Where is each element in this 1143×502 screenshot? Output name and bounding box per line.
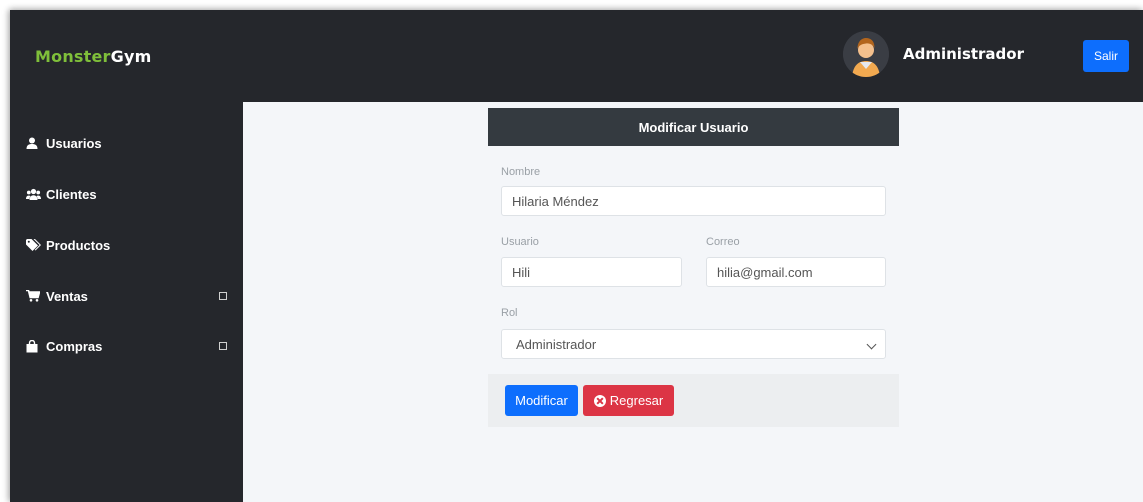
top-navbar: MonsterGym Administrador Salir bbox=[10, 10, 1143, 102]
modify-button[interactable]: Modificar bbox=[505, 385, 578, 416]
sidebar-item-compras[interactable]: Compras bbox=[26, 334, 227, 358]
correo-input[interactable]: hilia@gmail.com bbox=[706, 257, 886, 287]
usuario-label: Usuario bbox=[501, 236, 539, 248]
rol-select[interactable]: Administrador bbox=[501, 329, 886, 359]
brand-part-1: Monster bbox=[35, 47, 111, 66]
nombre-input[interactable]: Hilaria Méndez bbox=[501, 186, 886, 216]
expand-indicator-icon bbox=[219, 292, 227, 300]
sidebar-item-label: Ventas bbox=[46, 288, 88, 304]
usuario-input[interactable]: Hili bbox=[501, 257, 682, 287]
nombre-label: Nombre bbox=[501, 166, 541, 178]
sidebar: Usuarios Clientes Productos Ventas Compr… bbox=[10, 102, 243, 502]
brand-logo[interactable]: MonsterGym bbox=[35, 47, 151, 66]
sidebar-item-ventas[interactable]: Ventas bbox=[26, 284, 227, 308]
tag-icon bbox=[26, 238, 42, 252]
sidebar-item-usuarios[interactable]: Usuarios bbox=[26, 131, 226, 155]
cart-icon bbox=[26, 289, 42, 303]
chevron-down-icon bbox=[866, 339, 877, 350]
brand-part-2: Gym bbox=[110, 47, 152, 66]
sidebar-item-label: Clientes bbox=[46, 186, 97, 202]
sidebar-item-label: Productos bbox=[46, 237, 111, 253]
rol-selected-value: Administrador bbox=[516, 336, 597, 352]
back-button-label: Regresar bbox=[609, 393, 664, 408]
rol-label: Rol bbox=[501, 307, 518, 319]
sidebar-item-clientes[interactable]: Clientes bbox=[26, 182, 226, 206]
bag-icon bbox=[26, 339, 42, 353]
sidebar-item-productos[interactable]: Productos bbox=[26, 233, 226, 257]
back-button[interactable]: Regresar bbox=[583, 385, 674, 416]
users-icon bbox=[26, 187, 42, 201]
times-circle-icon bbox=[593, 394, 606, 407]
logout-button[interactable]: Salir bbox=[1083, 40, 1129, 72]
avatar bbox=[843, 31, 889, 77]
user-avatar-icon bbox=[843, 31, 889, 77]
sidebar-item-label: Usuarios bbox=[46, 135, 102, 151]
sidebar-item-label: Compras bbox=[46, 338, 103, 354]
user-icon bbox=[26, 136, 42, 150]
user-name[interactable]: Administrador bbox=[903, 45, 1024, 63]
correo-label: Correo bbox=[706, 236, 740, 248]
expand-indicator-icon bbox=[219, 342, 227, 350]
form-title: Modificar Usuario bbox=[488, 108, 899, 146]
app-window: MonsterGym Administrador Salir Usuarios bbox=[10, 10, 1143, 502]
